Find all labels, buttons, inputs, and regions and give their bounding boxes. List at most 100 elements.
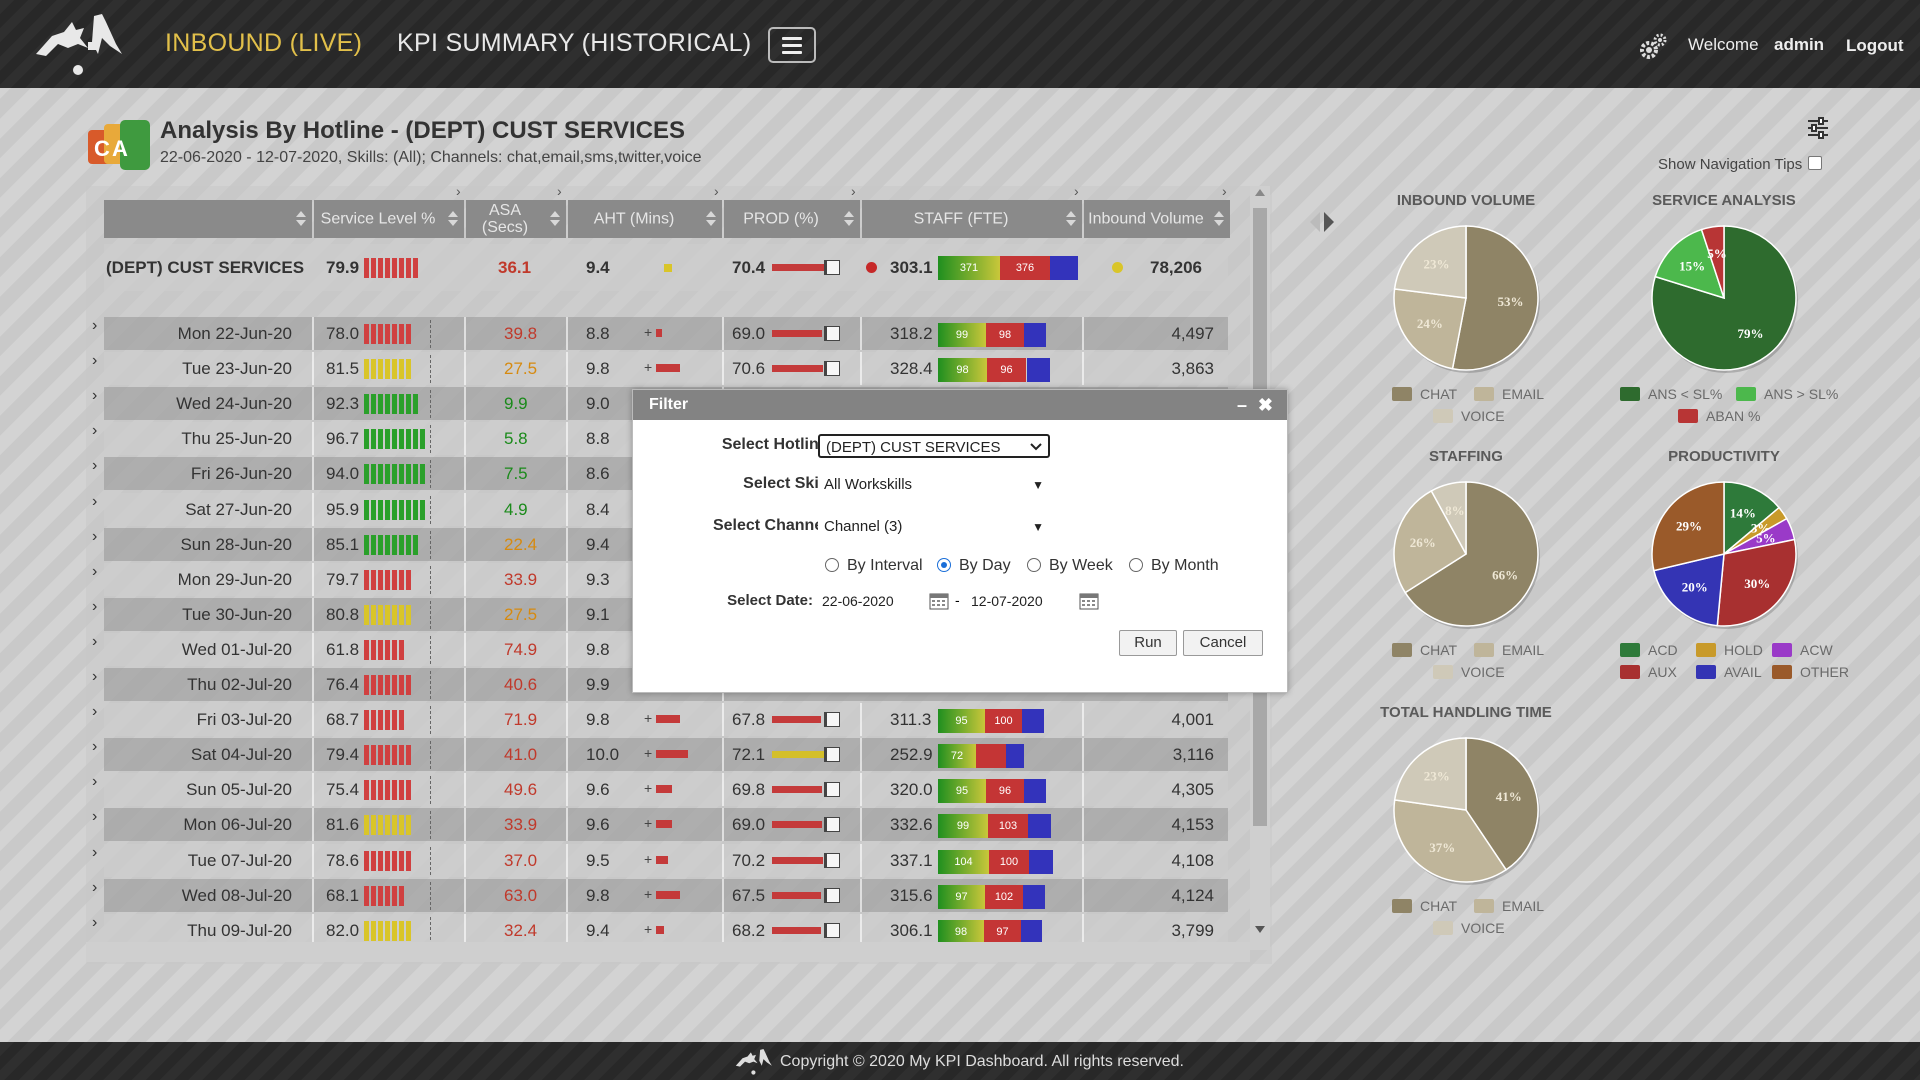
row-expand-chevron-icon[interactable]: ›: [92, 563, 102, 581]
date-from-input[interactable]: 22-06-2020: [818, 590, 928, 612]
legend-item[interactable]: ACW: [1772, 642, 1833, 658]
legend-item[interactable]: CHAT: [1392, 642, 1457, 658]
close-icon[interactable]: ✖: [1258, 390, 1273, 420]
legend-item[interactable]: HOLD: [1696, 642, 1763, 658]
scroll-down-arrow-icon[interactable]: [1254, 924, 1266, 934]
table-row[interactable]: › Wed 08-Jul-20 68.1 63.0 9.8 + 67.5 315…: [92, 879, 1228, 912]
row-expand-chevron-icon[interactable]: ›: [92, 633, 102, 651]
legend-item[interactable]: EMAIL: [1474, 642, 1544, 658]
sort-icon[interactable]: [550, 211, 560, 227]
sort-icon[interactable]: [296, 211, 306, 227]
legend-item[interactable]: ANS < SL%: [1620, 386, 1722, 402]
gears-icon[interactable]: [1638, 32, 1668, 62]
logout-link[interactable]: Logout: [1846, 36, 1904, 56]
filter-dialog-titlebar[interactable]: Filter – ✖: [633, 390, 1287, 420]
row-expand-chevron-icon[interactable]: ›: [92, 914, 102, 932]
row-expand-chevron-icon[interactable]: ›: [92, 808, 102, 826]
row-expand-chevron-icon[interactable]: ›: [92, 738, 102, 756]
hotline-select[interactable]: (DEPT) CUST SERVICES: [818, 434, 1050, 458]
table-row[interactable]: › Tue 07-Jul-20 78.6 37.0 9.5 + 70.2 337…: [92, 844, 1228, 877]
summary-row[interactable]: (DEPT) CUST SERVICES 79.9 36.1 9.4 70.4 …: [104, 244, 1228, 291]
total-handling-time-pie-chart[interactable]: 41% 37% 23%: [1390, 734, 1542, 886]
radio-by-day[interactable]: By Day: [937, 557, 1011, 575]
legend-item[interactable]: VOICE: [1433, 408, 1505, 424]
date-to-input[interactable]: 12-07-2020: [967, 590, 1077, 612]
radio-by-month[interactable]: By Month: [1129, 557, 1219, 575]
radio-circle-icon[interactable]: [1129, 558, 1143, 572]
header-prod[interactable]: PROD (%): [724, 200, 860, 238]
nav-inbound-live[interactable]: INBOUND (LIVE): [165, 29, 362, 58]
column-expand-chevron-icon[interactable]: ›: [1074, 183, 1079, 199]
row-expand-chevron-icon[interactable]: ›: [92, 598, 102, 616]
header-aht[interactable]: AHT (Mins): [568, 200, 722, 238]
nav-kpi-summary-historical[interactable]: KPI SUMMARY (HISTORICAL): [397, 29, 752, 58]
legend-item[interactable]: CHAT: [1392, 898, 1457, 914]
sort-icon[interactable]: [448, 211, 458, 227]
panel-toggle-arrows-icon[interactable]: [1308, 210, 1338, 234]
row-expand-chevron-icon[interactable]: ›: [92, 773, 102, 791]
legend-item[interactable]: AUX: [1620, 664, 1677, 680]
legend-item[interactable]: OTHER: [1772, 664, 1849, 680]
table-row[interactable]: › Mon 06-Jul-20 81.6 33.9 9.6 + 69.0 332…: [92, 808, 1228, 841]
row-expand-chevron-icon[interactable]: ›: [92, 387, 102, 405]
calendar-icon[interactable]: [929, 592, 949, 610]
row-expand-chevron-icon[interactable]: ›: [92, 352, 102, 370]
service-analysis-pie-chart[interactable]: 79% 15%5%: [1648, 222, 1800, 374]
row-expand-chevron-icon[interactable]: ›: [92, 493, 102, 511]
sort-icon[interactable]: [1214, 211, 1224, 227]
legend-item[interactable]: ANS > SL%: [1736, 386, 1838, 402]
sort-icon[interactable]: [844, 211, 854, 227]
legend-item[interactable]: ACD: [1620, 642, 1678, 658]
row-expand-chevron-icon[interactable]: ›: [92, 317, 102, 335]
table-row[interactable]: › Fri 03-Jul-20 68.7 71.9 9.8 + 67.8 311…: [92, 703, 1228, 736]
table-row[interactable]: › Mon 22-Jun-20 78.0 39.8 8.8 + 69.0 318…: [92, 317, 1228, 350]
legend-item[interactable]: EMAIL: [1474, 386, 1544, 402]
sort-icon[interactable]: [706, 211, 716, 227]
column-expand-chevron-icon[interactable]: ›: [456, 183, 461, 199]
sort-icon[interactable]: [1066, 211, 1076, 227]
column-expand-chevron-icon[interactable]: ›: [851, 183, 856, 199]
radio-by-interval[interactable]: By Interval: [825, 557, 923, 575]
inbound-volume-pie-chart[interactable]: 53% 24% 23%: [1390, 222, 1542, 374]
run-button[interactable]: Run: [1119, 630, 1177, 656]
productivity-pie-chart[interactable]: 14%3%5%30%20%29%: [1648, 478, 1800, 630]
legend-item[interactable]: VOICE: [1433, 664, 1505, 680]
header-staff[interactable]: STAFF (FTE): [862, 200, 1082, 238]
radio-by-week[interactable]: By Week: [1027, 557, 1113, 575]
minimize-icon[interactable]: –: [1237, 390, 1247, 420]
legend-item[interactable]: EMAIL: [1474, 898, 1544, 914]
sliders-settings-icon[interactable]: [1806, 116, 1830, 140]
row-expand-chevron-icon[interactable]: ›: [92, 528, 102, 546]
hamburger-menu-button[interactable]: [768, 27, 816, 63]
legend-item[interactable]: ABAN %: [1678, 408, 1760, 424]
radio-circle-selected-icon[interactable]: [937, 558, 951, 572]
horizontal-scrollbar[interactable]: [86, 942, 1250, 962]
scroll-up-arrow-icon[interactable]: [1254, 188, 1266, 198]
header-inbound-volume[interactable]: Inbound Volume: [1084, 200, 1230, 238]
radio-circle-icon[interactable]: [1027, 558, 1041, 572]
channel-select[interactable]: Channel (3) ▼: [818, 515, 1050, 539]
row-expand-chevron-icon[interactable]: ›: [92, 844, 102, 862]
navigation-tips-checkbox[interactable]: [1808, 156, 1822, 170]
header-asa[interactable]: ASA (Secs): [466, 200, 566, 238]
column-expand-chevron-icon[interactable]: ›: [557, 183, 562, 199]
table-row[interactable]: › Sun 05-Jul-20 75.4 49.6 9.6 + 69.8 320…: [92, 773, 1228, 806]
row-expand-chevron-icon[interactable]: ›: [92, 457, 102, 475]
cancel-button[interactable]: Cancel: [1183, 630, 1263, 656]
staffing-pie-chart[interactable]: 66% 26% 8%: [1390, 478, 1542, 630]
radio-circle-icon[interactable]: [825, 558, 839, 572]
legend-item[interactable]: CHAT: [1392, 386, 1457, 402]
app-logo-icon[interactable]: [32, 14, 122, 76]
header-service-level[interactable]: Service Level %: [314, 200, 464, 238]
row-expand-chevron-icon[interactable]: ›: [92, 879, 102, 897]
table-row[interactable]: › Sat 04-Jul-20 79.4 41.0 10.0 + 72.1 25…: [92, 738, 1228, 771]
header-name-column[interactable]: [104, 200, 312, 238]
row-expand-chevron-icon[interactable]: ›: [92, 703, 102, 721]
legend-item[interactable]: VOICE: [1433, 920, 1505, 936]
legend-item[interactable]: AVAIL: [1696, 664, 1762, 680]
row-expand-chevron-icon[interactable]: ›: [92, 668, 102, 686]
column-expand-chevron-icon[interactable]: ›: [1222, 183, 1227, 199]
calendar-icon[interactable]: [1079, 592, 1099, 610]
row-expand-chevron-icon[interactable]: ›: [92, 422, 102, 440]
table-row[interactable]: › Tue 23-Jun-20 81.5 27.5 9.8 + 70.6 328…: [92, 352, 1228, 385]
